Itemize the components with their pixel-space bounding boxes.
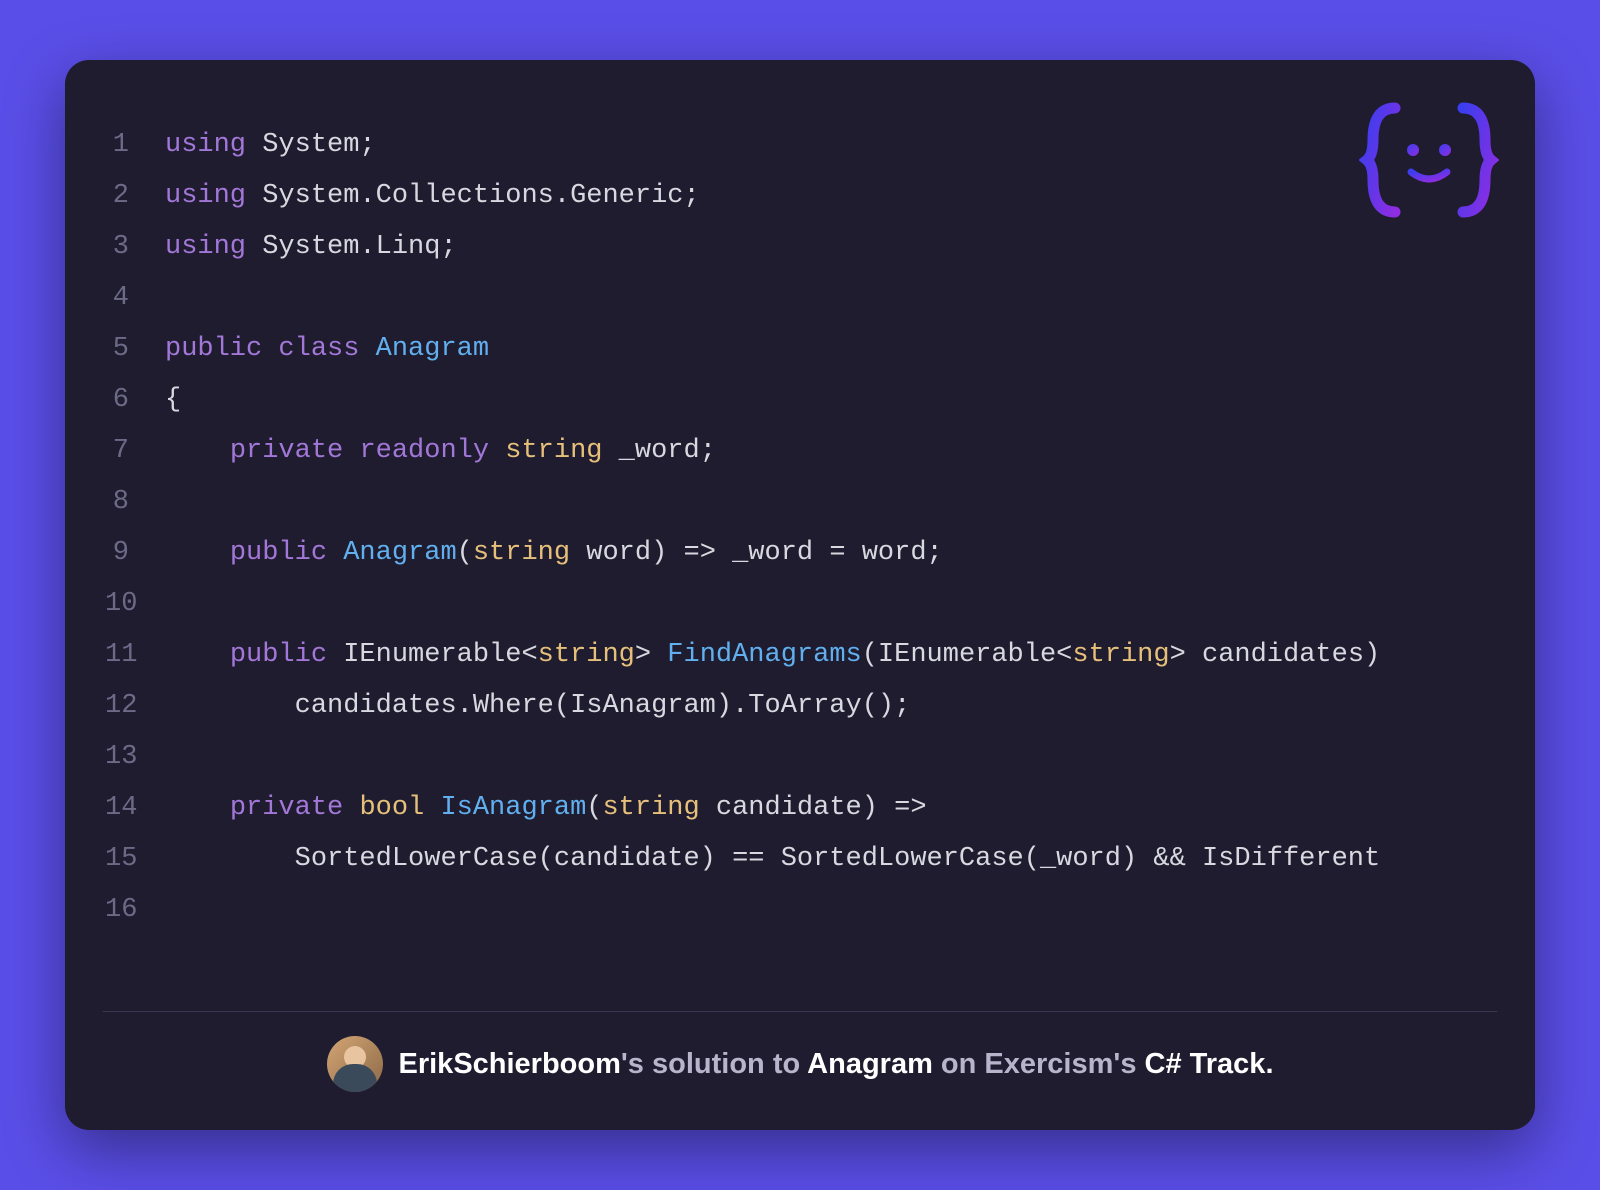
line-number: 5: [105, 324, 165, 375]
line-number: 12: [105, 681, 165, 732]
code-line: 6{: [105, 375, 1535, 426]
code-line: 1using System;: [105, 120, 1535, 171]
line-number: 14: [105, 783, 165, 834]
line-number: 16: [105, 885, 165, 936]
line-content: private readonly string _word;: [165, 426, 716, 477]
line-content: private bool IsAnagram(string candidate)…: [165, 783, 927, 834]
line-number: 1: [105, 120, 165, 171]
line-number: 4: [105, 273, 165, 324]
line-content: public Anagram(string word) => _word = w…: [165, 528, 943, 579]
line-number: 11: [105, 630, 165, 681]
attribution-text: ErikSchierboom's solution to Anagram on …: [399, 1048, 1274, 1081]
code-line: 10: [105, 579, 1535, 630]
line-content: SortedLowerCase(candidate) == SortedLowe…: [165, 834, 1380, 885]
code-line: 12 candidates.Where(IsAnagram).ToArray()…: [105, 681, 1535, 732]
line-number: 2: [105, 171, 165, 222]
code-line: 9 public Anagram(string word) => _word =…: [105, 528, 1535, 579]
attribution-bar: ErikSchierboom's solution to Anagram on …: [65, 1036, 1535, 1100]
line-number: 15: [105, 834, 165, 885]
exercism-logo-icon: [1359, 100, 1499, 220]
code-block: 1using System;2using System.Collections.…: [65, 100, 1535, 991]
line-content: using System;: [165, 120, 376, 171]
code-line: 15 SortedLowerCase(candidate) == SortedL…: [105, 834, 1535, 885]
line-content: using System.Linq;: [165, 222, 457, 273]
line-number: 6: [105, 375, 165, 426]
code-line: 3using System.Linq;: [105, 222, 1535, 273]
line-number: 10: [105, 579, 165, 630]
code-line: 13: [105, 732, 1535, 783]
line-content: public IEnumerable<string> FindAnagrams(…: [165, 630, 1380, 681]
line-content: {: [165, 375, 181, 426]
code-card: 1using System;2using System.Collections.…: [65, 60, 1535, 1130]
attribution-track: C# Track: [1145, 1048, 1266, 1080]
line-content: using System.Collections.Generic;: [165, 171, 700, 222]
code-line: 7 private readonly string _word;: [105, 426, 1535, 477]
code-line: 11 public IEnumerable<string> FindAnagra…: [105, 630, 1535, 681]
avatar: [327, 1036, 383, 1092]
line-number: 13: [105, 732, 165, 783]
code-line: 16: [105, 885, 1535, 936]
line-number: 7: [105, 426, 165, 477]
code-line: 4: [105, 273, 1535, 324]
code-line: 2using System.Collections.Generic;: [105, 171, 1535, 222]
code-line: 5public class Anagram: [105, 324, 1535, 375]
attribution-exercise: Anagram: [807, 1048, 933, 1080]
attribution-user: ErikSchierboom: [399, 1048, 621, 1080]
line-number: 3: [105, 222, 165, 273]
line-content: candidates.Where(IsAnagram).ToArray();: [165, 681, 910, 732]
code-line: 14 private bool IsAnagram(string candida…: [105, 783, 1535, 834]
line-number: 8: [105, 477, 165, 528]
line-number: 9: [105, 528, 165, 579]
divider: [103, 1011, 1497, 1012]
line-content: public class Anagram: [165, 324, 489, 375]
code-line: 8: [105, 477, 1535, 528]
